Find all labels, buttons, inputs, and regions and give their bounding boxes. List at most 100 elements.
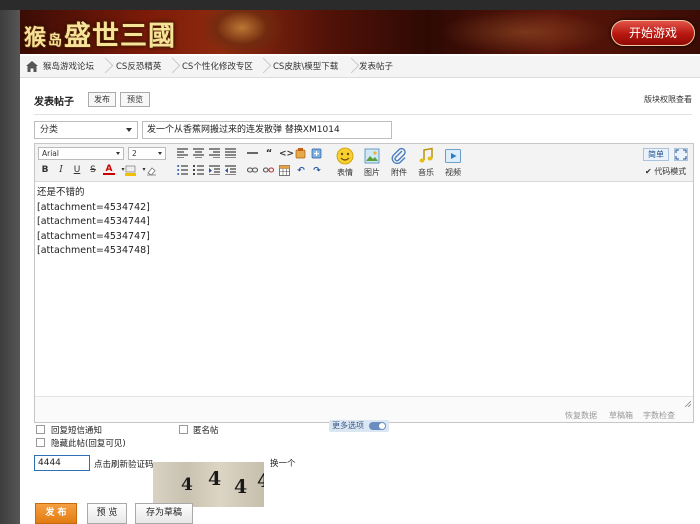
music-tool[interactable]: 音乐: [415, 146, 437, 180]
editor-content-area[interactable]: 还是不错的 [attachment=4534742] [attachment=4…: [35, 184, 693, 396]
forum-page: 猴岛盛世三國 开始游戏 猴岛游戏论坛 CS反恐精英 CS个性化修改专区 CS皮肤…: [20, 10, 700, 524]
logo-title: 盛世三國: [64, 21, 177, 52]
captcha-image[interactable]: 4 4 4 4: [153, 462, 264, 507]
video-label: 视频: [445, 168, 461, 177]
breadcrumb-separator: [167, 56, 175, 78]
music-label: 音乐: [418, 168, 434, 177]
eraser-icon[interactable]: [146, 165, 158, 177]
banner-glow: [440, 10, 610, 54]
font-family-value: Arial: [42, 149, 59, 158]
music-note-icon: [417, 147, 435, 165]
reply-notify-label: 回复短信通知: [51, 426, 103, 436]
chevron-down-icon: [158, 152, 162, 155]
window-top-bar: [0, 0, 700, 10]
align-justify-icon[interactable]: [225, 148, 237, 160]
category-value: 分类: [40, 125, 59, 135]
align-left-icon[interactable]: [177, 148, 189, 160]
undo-icon[interactable]: ↶: [295, 165, 307, 177]
checkmark-icon: ✔: [645, 167, 652, 176]
preview-button[interactable]: 预 览: [87, 503, 127, 524]
breadcrumb-cs[interactable]: CS反恐精英: [116, 56, 161, 78]
resize-handle-icon[interactable]: [683, 399, 692, 408]
highlight-icon[interactable]: [125, 165, 137, 177]
bold-icon[interactable]: B: [39, 164, 51, 176]
more-options-label: 更多选项: [332, 421, 364, 430]
chevron-down-icon: [116, 152, 120, 155]
video-tool[interactable]: 视频: [442, 146, 464, 180]
game-logo: 猴岛盛世三國: [24, 14, 177, 52]
board-permissions-link[interactable]: 版块权限查看: [644, 94, 692, 105]
strikethrough-icon[interactable]: S: [87, 164, 99, 176]
unordered-list-icon[interactable]: [193, 165, 205, 177]
logo-char-1: 猴: [24, 25, 47, 51]
simple-mode-button[interactable]: 简单: [643, 148, 669, 161]
emoji-label: 表情: [337, 168, 353, 177]
code-mode-toggle[interactable]: ✔ 代码模式: [645, 166, 686, 177]
hide-post-checkbox[interactable]: [36, 438, 45, 447]
editor-line: [attachment=4534744]: [37, 216, 150, 227]
link-icon[interactable]: [247, 165, 259, 177]
game-banner: 猴岛盛世三國 开始游戏: [20, 10, 700, 54]
preview-tab[interactable]: 预览: [120, 92, 150, 107]
fullscreen-icon[interactable]: [674, 148, 688, 161]
captcha-char: 4: [181, 475, 193, 495]
submit-button[interactable]: 发 布: [35, 503, 77, 524]
video-icon: [444, 147, 462, 165]
breadcrumb-separator: [346, 56, 354, 78]
align-center-icon[interactable]: [193, 148, 205, 160]
font-size-select[interactable]: 2: [128, 147, 166, 160]
hide-content-icon[interactable]: [295, 148, 307, 160]
sell-content-icon[interactable]: [311, 148, 323, 160]
unlink-icon[interactable]: [263, 165, 275, 177]
outdent-icon[interactable]: [225, 165, 237, 177]
drafts-link[interactable]: 草稿箱: [609, 410, 633, 421]
word-check-link[interactable]: 字数检查: [643, 410, 675, 421]
align-right-icon[interactable]: [209, 148, 221, 160]
underline-icon[interactable]: U: [71, 164, 83, 176]
hide-post-label: 隐藏此帖(回复可见): [51, 439, 126, 449]
breadcrumb-forum-home[interactable]: 猴岛游戏论坛: [43, 56, 94, 78]
home-icon[interactable]: [26, 61, 38, 72]
breadcrumb-separator: [100, 56, 108, 78]
code-mode-label: 代码模式: [654, 167, 687, 176]
table-icon[interactable]: [279, 165, 291, 177]
attachment-tool[interactable]: 附件: [388, 146, 410, 180]
subject-input[interactable]: 发一个从香蕉网搬过来的连发散弹 替换XM1014: [142, 121, 392, 139]
header-divider: [34, 114, 692, 115]
emoji-tool[interactable]: 表情: [334, 146, 356, 180]
anonymous-checkbox[interactable]: [179, 425, 188, 434]
save-draft-button[interactable]: 存为草稿: [135, 503, 193, 524]
captcha-char: 4: [257, 470, 264, 492]
restore-data-link[interactable]: 恢复数据: [565, 410, 597, 421]
breadcrumb-cs-skins[interactable]: CS皮肤\模型下载: [273, 56, 338, 78]
category-select[interactable]: 分类: [34, 121, 138, 139]
quote-icon[interactable]: “: [263, 148, 275, 160]
post-editor: Arial 2 B I U S A ▾ ▾ “ <> ↶ ↷ 表情 图片 附件 …: [34, 143, 694, 423]
font-size-value: 2: [132, 149, 137, 158]
editor-toolbar: Arial 2 B I U S A ▾ ▾ “ <> ↶ ↷ 表情 图片 附件 …: [35, 144, 693, 182]
anonymous-label: 匿名帖: [193, 426, 219, 436]
editor-line: [attachment=4534742]: [37, 201, 150, 213]
editor-line: 还是不错的: [37, 187, 85, 198]
more-options-toggle[interactable]: 更多选项: [329, 420, 389, 432]
smiley-icon: [336, 147, 354, 165]
font-family-select[interactable]: Arial: [38, 147, 124, 160]
image-tool[interactable]: 图片: [361, 146, 383, 180]
horizontal-rule-icon[interactable]: [247, 148, 259, 160]
captcha-input[interactable]: 4444: [34, 455, 90, 471]
italic-icon[interactable]: I: [55, 164, 67, 176]
start-game-button[interactable]: 开始游戏: [611, 20, 695, 46]
toggle-switch-icon: [369, 422, 386, 430]
redo-icon[interactable]: ↷: [311, 165, 323, 177]
font-color-icon[interactable]: A: [103, 164, 115, 175]
paperclip-icon: [390, 147, 408, 165]
captcha-hint: 点击刷新验证码: [94, 460, 154, 470]
ordered-list-icon[interactable]: [177, 165, 189, 177]
captcha-refresh-link[interactable]: 换一个: [270, 457, 296, 469]
reply-notify-checkbox[interactable]: [36, 425, 45, 434]
indent-icon[interactable]: [209, 165, 221, 177]
attachment-label: 附件: [391, 168, 407, 177]
code-icon[interactable]: <>: [279, 148, 294, 160]
breadcrumb-cs-mod[interactable]: CS个性化修改专区: [182, 56, 253, 78]
publish-tab[interactable]: 发布: [88, 92, 116, 107]
